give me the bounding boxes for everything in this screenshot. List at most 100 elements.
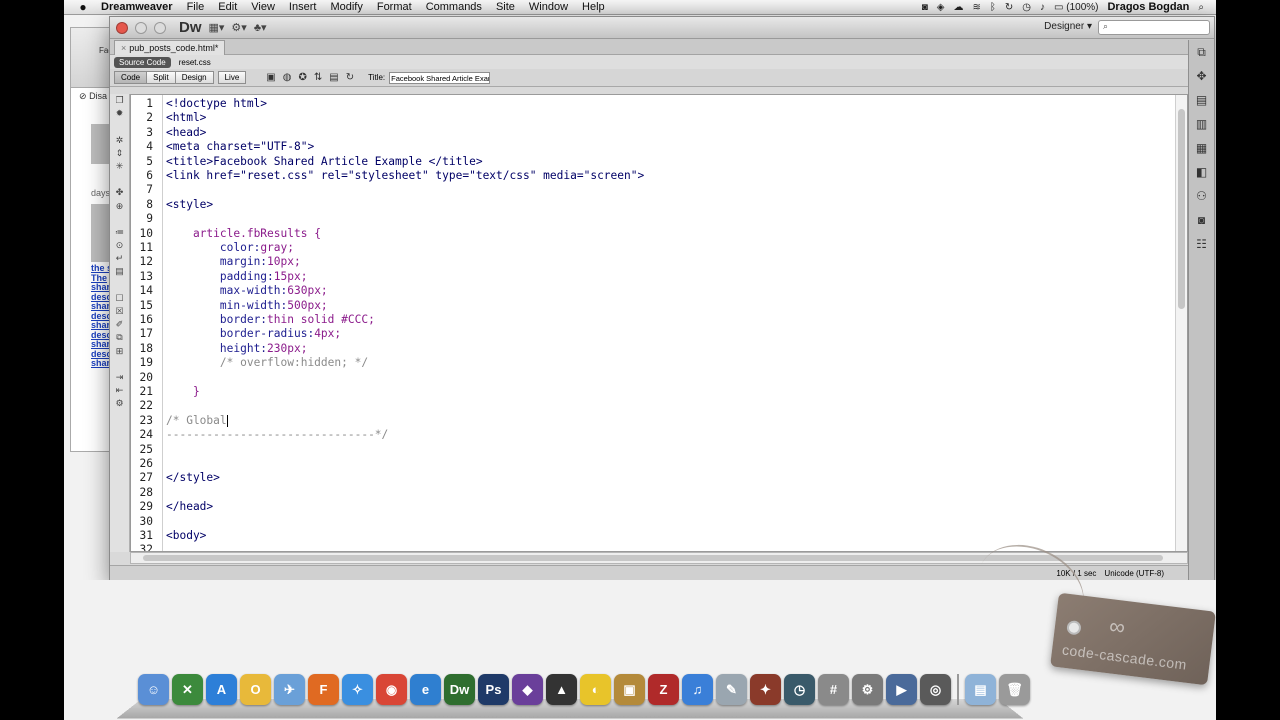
dock-image-capture-icon[interactable]: ◎ [920,674,951,705]
behaviors-panel-icon[interactable]: ◙ [1189,208,1214,232]
code-line[interactable]: 4 <meta charset="UTF-8"> [131,140,1131,154]
collapse-tag-icon[interactable]: ✲ [110,134,129,147]
code-line[interactable]: 7 [131,183,1131,197]
dock-filezilla-icon[interactable]: Z [648,674,679,705]
code-line[interactable]: 24 -------------------------------*/ [131,428,1131,442]
menu-modify[interactable]: Modify [323,1,369,13]
jquery-mobile-icon[interactable]: ◧ [1189,160,1214,184]
menu-view[interactable]: View [244,1,282,13]
screen-record-icon[interactable]: ◙ [922,2,928,13]
code-line[interactable]: 18 height:230px; [131,342,1131,356]
design-view-button[interactable]: Design [175,71,214,84]
files-panel-icon[interactable]: ▤ [1189,88,1214,112]
code-line[interactable]: 13 padding:15px; [131,270,1131,284]
menu-help[interactable]: Help [575,1,612,13]
code-line[interactable]: 9 [131,212,1131,226]
indent-code-icon[interactable]: ⇥ [110,371,129,384]
split-view-button[interactable]: Split [147,71,176,84]
dock-transmit-icon[interactable]: ▣ [614,674,645,705]
code-view-button[interactable]: Code [114,71,148,84]
minimize-window-button[interactable] [135,21,147,34]
spotlight-search-icon[interactable]: ⌕ [1198,2,1204,13]
document-tab[interactable]: × pub_posts_code.html* [114,40,226,55]
menu-site[interactable]: Site [489,1,522,13]
assets-panel-icon[interactable]: ▥ [1189,112,1214,136]
menu-app-name[interactable]: Dreamweaver [94,1,180,13]
dock-trash-icon[interactable]: 🗑 [999,674,1030,705]
format-source-icon[interactable]: ⚙ [110,397,129,410]
dock-photoshop-icon[interactable]: Ps [478,674,509,705]
vertical-scrollbar[interactable] [1175,95,1187,551]
select-parent-tag-icon[interactable]: ✤ [110,186,129,199]
dock-calculator-icon[interactable]: # [818,674,849,705]
cloud-icon[interactable]: ☁ [953,2,963,13]
code-line[interactable]: 14 max-width:630px; [131,284,1131,298]
open-documents-icon[interactable]: ❐ [110,94,129,107]
collapse-selection-icon[interactable]: ⇕ [110,147,129,160]
dock-chrome-icon[interactable]: ◉ [376,674,407,705]
wrap-tag-icon[interactable]: ✐ [110,318,129,331]
menu-commands[interactable]: Commands [419,1,489,13]
zoom-window-button[interactable] [154,21,166,34]
close-tab-icon[interactable]: × [121,43,126,53]
vertical-scroll-thumb[interactable] [1178,109,1185,309]
apply-comment-icon[interactable]: ☐ [110,292,129,305]
move-css-icon[interactable]: ⊞ [110,345,129,358]
code-line[interactable]: 21 } [131,385,1131,399]
check-compatibility-icon[interactable]: ✪ [298,72,306,83]
outdent-code-icon[interactable]: ⇤ [110,384,129,397]
code-line[interactable]: 22 [131,399,1131,413]
refresh-icon[interactable]: ↻ [346,72,354,83]
dock-preview-icon[interactable]: ✎ [716,674,747,705]
dock-ie-icon[interactable]: e [410,674,441,705]
wifi-icon[interactable]: ≋ [972,2,980,13]
code-line[interactable]: 31 <body> [131,529,1131,543]
code-line[interactable]: 15 min-width:500px; [131,299,1131,313]
recent-snippets-icon[interactable]: ⧉ [110,331,129,344]
code-line[interactable]: 30 [131,515,1131,529]
close-window-button[interactable] [116,21,128,34]
code-line[interactable]: 32 [131,543,1131,551]
code-line[interactable]: 6 <link href="reset.css" rel="stylesheet"… [131,169,1131,183]
dock-onebutton-icon[interactable]: O [240,674,271,705]
live-view-button[interactable]: Live [217,71,247,84]
code-line[interactable]: 16 border:thin solid #CCC; [131,313,1131,327]
css-designer-icon[interactable]: ✥ [1189,64,1214,88]
code-line[interactable]: 3 <head> [131,126,1131,140]
code-line[interactable]: 8 <style> [131,198,1131,212]
code-line[interactable]: 12 margin:10px; [131,255,1131,269]
dock-visual-studio-icon[interactable]: ◆ [512,674,543,705]
code-line[interactable]: 28 [131,486,1131,500]
dock-photo-booth-icon[interactable]: ✦ [750,674,781,705]
site-menu-icon[interactable]: ♣▾ [254,21,267,34]
file-management-icon[interactable]: ⇅ [314,72,322,83]
bluetooth-icon[interactable]: ᛒ [990,2,996,13]
help-search-input[interactable]: ⌕ [1098,20,1210,35]
menu-file[interactable]: File [180,1,212,13]
snippets-panel-icon[interactable]: ▦ [1189,136,1214,160]
layout-menu-icon[interactable]: ▦▾ [209,21,225,34]
dock-time-machine-icon[interactable]: ◷ [784,674,815,705]
code-line[interactable]: 20 [131,371,1131,385]
battery-status[interactable]: ▭ (100%) [1054,2,1098,13]
code-line[interactable]: 25 [131,443,1131,457]
dock-safari-icon[interactable]: ✧ [342,674,373,705]
dock-firefox-icon[interactable]: F [308,674,339,705]
multiscreen-icon[interactable]: ▣ [266,72,275,83]
dock-cyberduck-icon[interactable]: ◐ [580,674,611,705]
dock-system-preferences-icon[interactable]: ⚙ [852,674,883,705]
workspace-switcher[interactable]: Designer ▾ [1044,21,1092,32]
dock-app-store-icon[interactable]: A [206,674,237,705]
dock-finder-icon[interactable]: ☺ [138,674,169,705]
line-numbers-icon[interactable]: ≔ [110,226,129,239]
time-machine-icon[interactable]: ◷ [1022,2,1031,13]
dock-screen-recorder-icon[interactable]: ▶ [886,674,917,705]
menu-format[interactable]: Format [370,1,419,13]
code-line[interactable]: 10 article.fbResults { [131,227,1131,241]
highlight-invalid-icon[interactable]: ⊙ [110,239,129,252]
code-line[interactable]: 17 border-radius:4px; [131,327,1131,341]
encoding-status[interactable]: Unicode (UTF-8) [1104,569,1164,578]
dock-inkscape-icon[interactable]: ▲ [546,674,577,705]
code-line[interactable]: 19 /* overflow:hidden; */ [131,356,1131,370]
dropbox-icon[interactable]: ◈ [937,2,945,13]
